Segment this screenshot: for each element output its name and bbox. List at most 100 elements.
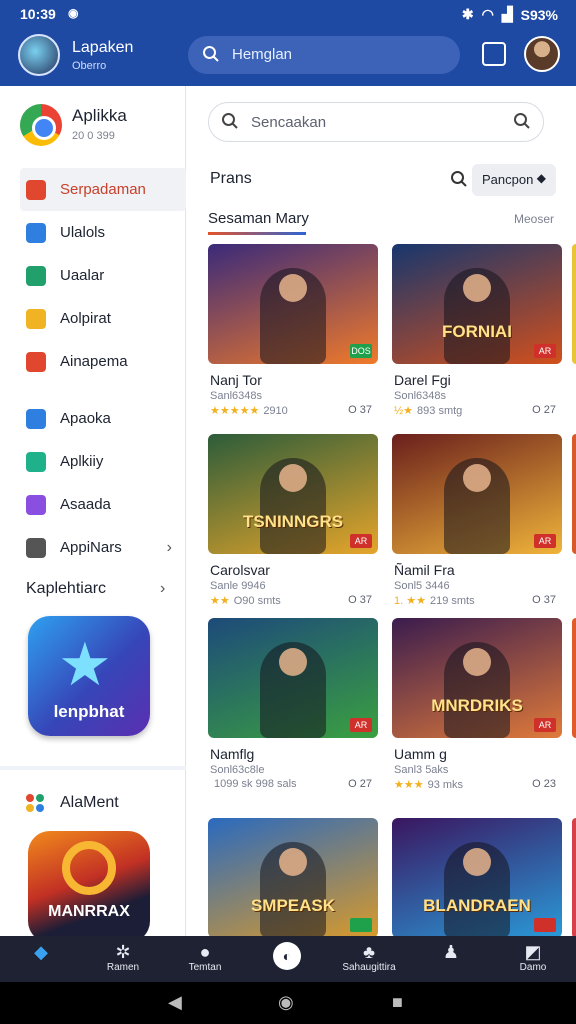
tab-active[interactable]: Sesaman Mary — [208, 210, 309, 227]
cluster-icon — [26, 794, 46, 814]
sidebar-item[interactable]: Ulalols — [0, 211, 186, 254]
star-rating: ★★★★★ 2910 — [210, 404, 288, 417]
bottom-nav-item[interactable]: ♟ — [410, 936, 492, 982]
sidebar-item-label: Ainapema — [60, 353, 128, 370]
sidebar-item-icon — [26, 179, 46, 200]
sidebar-item-label: Serpadaman — [60, 181, 146, 198]
chevron-right-icon[interactable]: › — [160, 580, 165, 598]
sidebar-item[interactable]: Apaoka — [0, 397, 186, 440]
sidebar-item[interactable]: Ainapema — [0, 340, 186, 383]
bottom-nav-label: Sahaugittira — [342, 962, 396, 973]
rating-stars: ★★ — [210, 595, 230, 607]
game-art: AR — [208, 618, 378, 738]
featured-app2-tile[interactable]: MANRRAX — [28, 831, 150, 943]
game-developer: Sanl3 5aks — [394, 764, 449, 776]
next-card-peek[interactable] — [572, 818, 576, 936]
sort-label: Pancpon — [482, 172, 534, 187]
sort-button[interactable]: Pancpon ◆ — [472, 164, 556, 196]
sidebar-item-label: Ulalols — [60, 224, 106, 241]
rating-stars: ½★ — [394, 405, 414, 417]
sidebar: Aplikka 20 0 399 Serpadaman Ulalols Uaalar… — [0, 86, 186, 943]
header-search[interactable]: Hemglan — [188, 36, 460, 74]
sidebar-item[interactable]: AppiNars › — [0, 526, 186, 569]
game-logo: BLANDRAEN — [423, 896, 531, 915]
download-count: O 37 — [348, 404, 372, 416]
back-icon[interactable]: ◀ — [168, 992, 182, 1013]
bottom-nav-item[interactable]: ♣ Sahaugittira — [328, 936, 410, 982]
app-avatar[interactable] — [18, 34, 60, 76]
divider — [0, 766, 186, 770]
next-card-peek[interactable] — [572, 434, 576, 554]
rating-badge — [534, 918, 556, 932]
search-icon — [221, 112, 239, 134]
sidebar-item-label: Uaalar — [60, 267, 105, 284]
sidebar-item[interactable]: Aplkiiy — [0, 440, 186, 483]
game-art: FORNIAI AR — [392, 244, 562, 364]
location-icon: ◉ — [68, 6, 79, 20]
user-avatar[interactable] — [524, 36, 560, 72]
next-card-peek[interactable] — [572, 618, 576, 738]
rating-meta: 219 smts — [429, 595, 475, 607]
game-developer: Sonl5 3446 — [394, 580, 450, 592]
inbox-icon[interactable] — [482, 42, 506, 66]
rating-badge: AR — [534, 534, 556, 548]
game-art: SMPEASK — [208, 818, 378, 936]
sidebar-section-title[interactable]: Kaplehtiarc — [26, 580, 106, 598]
sidebar-item[interactable]: Uaalar — [0, 254, 186, 297]
battery-text: S93% — [520, 6, 558, 23]
sidebar-item-icon — [26, 222, 46, 243]
game-art: DOS — [208, 244, 378, 364]
header: Lapaken Oberro Hemglan — [0, 28, 576, 86]
recents-icon[interactable]: ■ — [392, 992, 403, 1013]
bottom-nav-item[interactable]: ◩ Damo — [492, 936, 574, 982]
rating-badge: DOS — [350, 344, 372, 358]
hero-figure — [260, 268, 326, 364]
see-more-link[interactable]: Meoser — [514, 212, 554, 226]
status-right: ✱ ◠ ▟ S93% — [462, 6, 558, 23]
game-logo: MNRDRIKS — [431, 696, 523, 715]
sidebar-item-icon — [26, 494, 46, 515]
sidebar-item[interactable]: Serpadaman — [20, 168, 186, 211]
bottom-nav-item[interactable]: ● Temtan — [164, 936, 246, 982]
search-submit-icon[interactable] — [513, 112, 531, 134]
next-card-peek[interactable] — [572, 244, 576, 364]
featured-app-tile[interactable]: ★ lenpbhat — [28, 616, 150, 736]
hero-figure — [444, 268, 510, 364]
hero-figure — [260, 458, 326, 554]
bottom-nav-item[interactable]: ◆ — [0, 936, 82, 982]
sidebar-brand-name: Aplikka — [72, 106, 127, 125]
sidebar-item-icon — [26, 408, 46, 429]
hero-figure — [444, 458, 510, 554]
download-count: O 23 — [532, 778, 556, 790]
bottom-nav-icon: ● — [199, 942, 211, 962]
sidebar-item-label: Apaoka — [60, 410, 111, 427]
game-name: Namflg — [210, 746, 255, 762]
hero-figure — [260, 642, 326, 738]
download-count: O 37 — [532, 594, 556, 606]
home-icon[interactable]: ◉ — [278, 992, 294, 1013]
bottom-nav-item[interactable]: ✲ Ramen — [82, 936, 164, 982]
bottom-nav-item[interactable]: ◐ — [246, 936, 328, 982]
main-search[interactable]: Sencaakan — [208, 102, 544, 142]
star-rating: ★★ O90 smts — [210, 594, 281, 607]
sidebar-item-label: Aplkiiy — [60, 453, 104, 470]
game-art: AR — [392, 434, 562, 554]
hero-figure — [260, 842, 326, 936]
rating-badge — [350, 918, 372, 932]
bottom-nav-icon: ◩ — [524, 942, 542, 962]
system-nav-bar: ◀ ◉ ■ — [0, 982, 576, 1024]
rating-meta: 1099 sk 998 sals — [214, 778, 297, 790]
game-art: MNRDRIKS AR — [392, 618, 562, 738]
game-name: Uamm g — [394, 746, 447, 762]
section-search-icon[interactable] — [450, 170, 468, 193]
rating-stars: ★★★ — [394, 779, 424, 791]
status-time: 10:39 — [20, 6, 56, 22]
sidebar-item-icon — [26, 451, 46, 472]
game-logo: TSNINNGRS — [242, 512, 344, 531]
rating-badge: AR — [534, 344, 556, 358]
game-logo: FORNIAI — [442, 322, 512, 341]
sidebar-item[interactable]: Asaada — [0, 483, 186, 526]
download-count: O 37 — [348, 594, 372, 606]
sidebar-item[interactable]: Aolpirat — [0, 297, 186, 340]
search-icon — [202, 45, 220, 67]
